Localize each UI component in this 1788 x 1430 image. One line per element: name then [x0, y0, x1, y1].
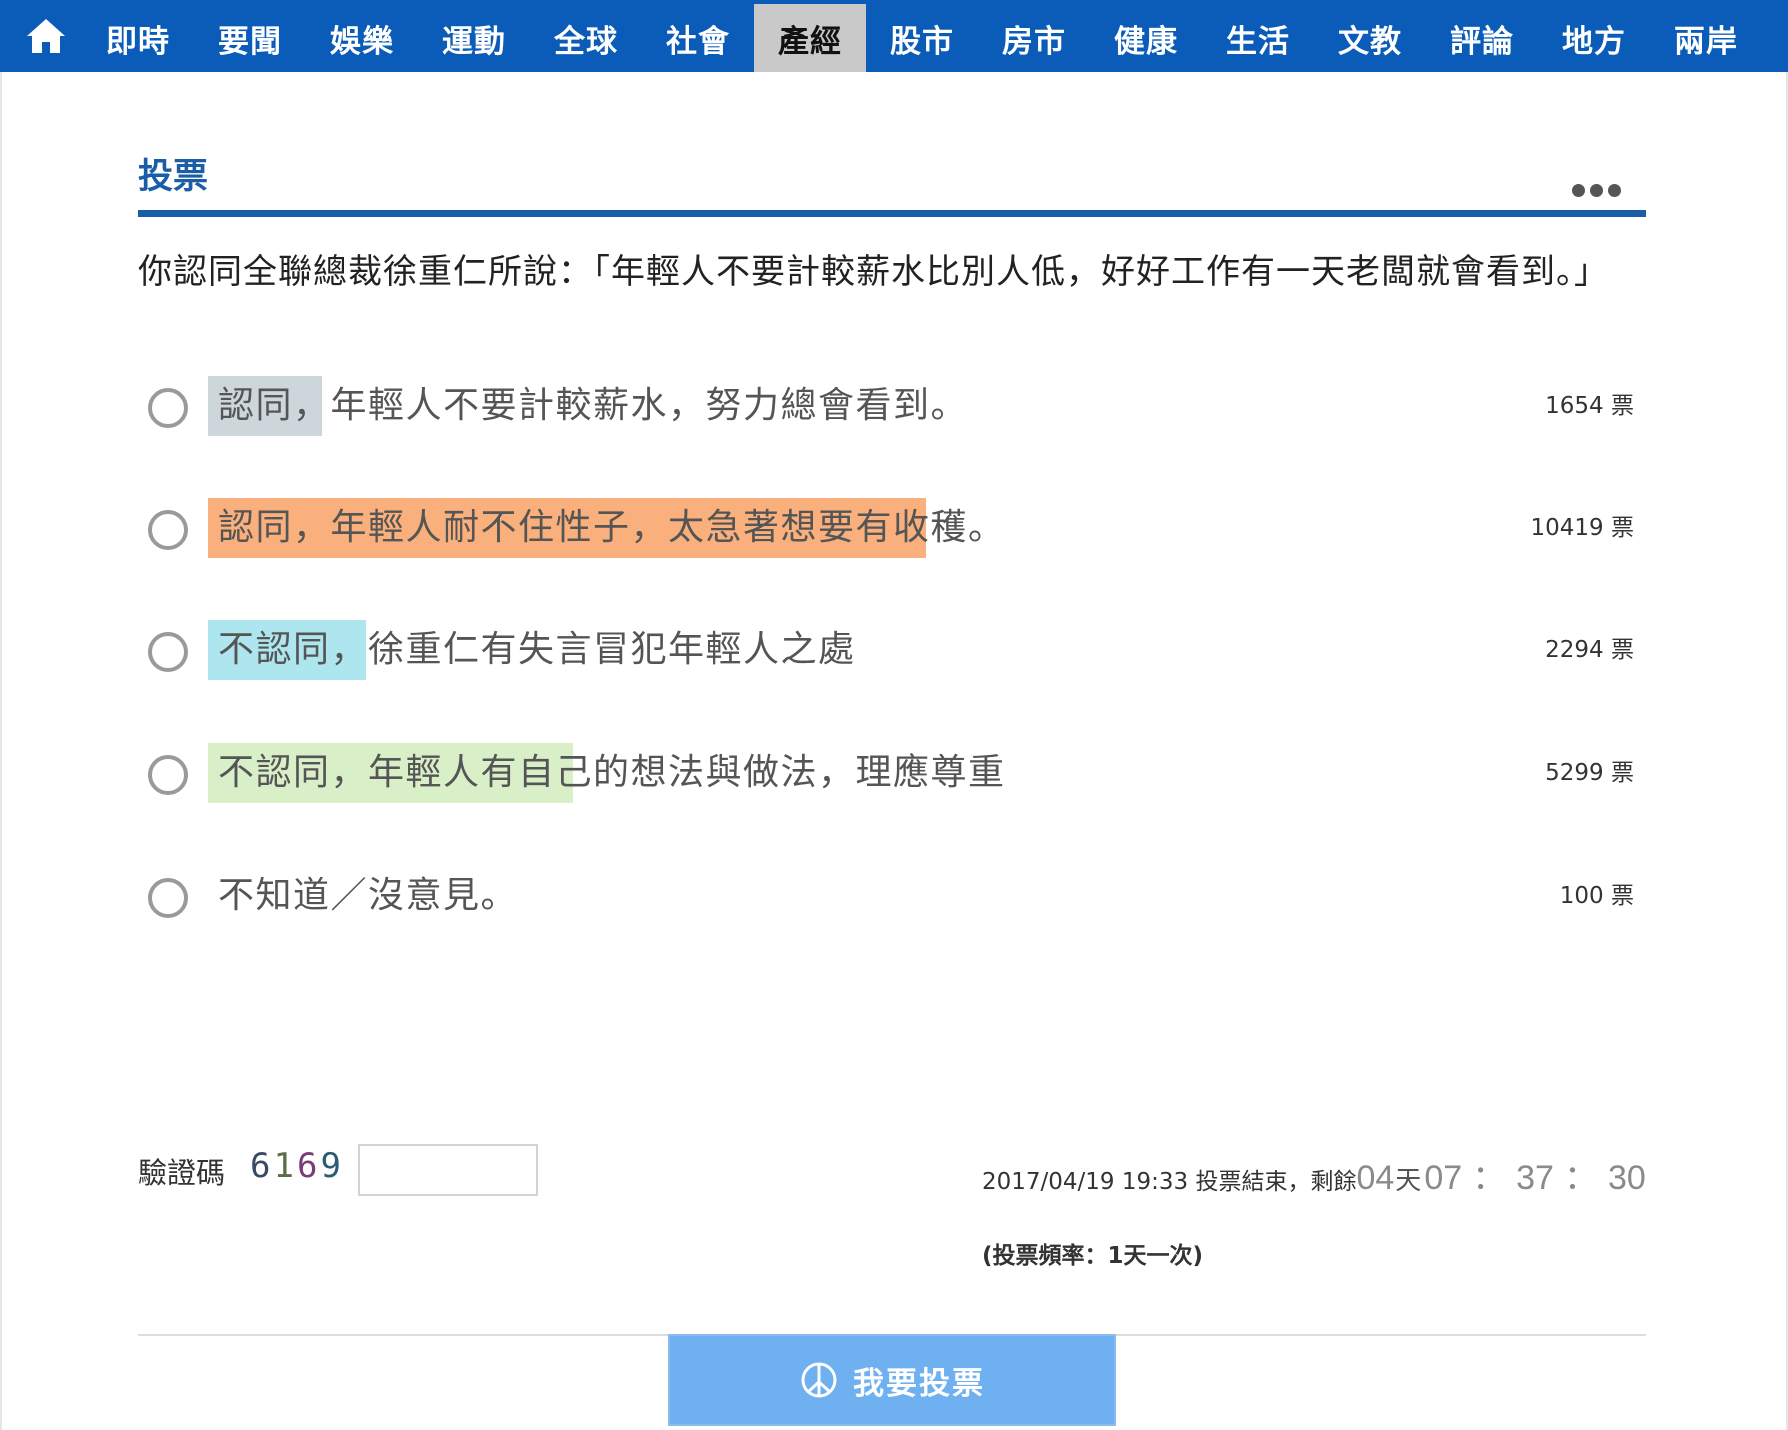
frame-border-left	[0, 72, 2, 1430]
poll-question: 你認同全聯總裁徐重仁所說：「年輕人不要計較薪水比別人低，好好工作有一天老闆就會看…	[138, 252, 1609, 292]
section-title: 投票	[138, 157, 209, 197]
nav-tab[interactable]: 社會	[642, 4, 754, 72]
option-label: 不認同，年輕人有自己的想法與做法，理應尊重	[218, 752, 1006, 793]
captcha-digit: 6	[250, 1146, 274, 1186]
poll-option[interactable]: 不認同，徐重仁有失言冒犯年輕人之處 2294 票	[138, 620, 1648, 684]
nav-tab[interactable]: 兩岸	[1650, 4, 1762, 72]
countdown-hours: 07	[1424, 1159, 1463, 1197]
nav-tab[interactable]: 產經	[754, 4, 866, 72]
countdown-separator: ：	[1472, 1158, 1507, 1198]
countdown-days-unit: 天	[1395, 1166, 1422, 1196]
poll-option[interactable]: 認同，年輕人不要計較薪水，努力總會看到。 1654 票	[138, 376, 1648, 440]
option-radio[interactable]	[148, 878, 188, 918]
nav-tab[interactable]: 文教	[1314, 4, 1426, 72]
captcha-input[interactable]	[358, 1144, 538, 1196]
deadline-countdown: 2017/04/19 19:33 投票結束，剩餘 04 天 07 ： 37 ： …	[982, 1150, 1646, 1199]
option-vote-count: 2294 票	[1545, 637, 1634, 663]
home-icon	[27, 19, 65, 53]
poll-option[interactable]: 不知道／沒意見。 100 票	[138, 866, 1648, 930]
countdown-separator: ：	[1563, 1158, 1598, 1198]
nav-tab[interactable]: 娛樂	[306, 4, 418, 72]
countdown-days: 04	[1356, 1159, 1395, 1197]
captcha-digit: 9	[320, 1146, 344, 1186]
vote-frequency: (投票頻率：1天一次)	[982, 1243, 1204, 1269]
poll-option[interactable]: 認同，年輕人耐不住性子，太急著想要有收穫。 10419 票	[138, 498, 1648, 562]
nav-tab[interactable]: 評論	[1426, 4, 1538, 72]
option-vote-count: 10419 票	[1530, 515, 1634, 541]
countdown-minutes: 37	[1516, 1159, 1554, 1197]
captcha-digit: 1	[273, 1146, 297, 1186]
option-vote-count: 1654 票	[1545, 393, 1634, 419]
captcha-label: 驗證碼	[138, 1156, 226, 1190]
poll-option[interactable]: 不認同，年輕人有自己的想法與做法，理應尊重 5299 票	[138, 743, 1648, 807]
nav-tab[interactable]: 地方	[1538, 4, 1650, 72]
option-radio[interactable]	[148, 632, 188, 672]
nav-tab[interactable]: 要聞	[194, 4, 306, 72]
nav-tab[interactable]: 生活	[1202, 4, 1314, 72]
nav-tabs: 即時 要聞 娛樂 運動 全球 社會 產經 股市 房市 健康 生活 文教 評論 地方 兩岸	[82, 4, 1762, 72]
option-radio[interactable]	[148, 755, 188, 795]
captcha-digit: 6	[296, 1146, 321, 1186]
option-radio[interactable]	[148, 388, 188, 428]
option-radio[interactable]	[148, 510, 188, 550]
vote-button[interactable]: 我要投票	[668, 1334, 1116, 1426]
option-label: 不認同，徐重仁有失言冒犯年輕人之處	[218, 629, 856, 670]
top-navigation-bar: 即時 要聞 娛樂 運動 全球 社會 產經 股市 房市 健康 生活 文教 評論 地方 兩岸	[0, 0, 1788, 72]
home-button[interactable]	[20, 10, 72, 62]
peace-icon	[801, 1362, 837, 1398]
nav-tab[interactable]: 健康	[1090, 4, 1202, 72]
nav-tab[interactable]: 房市	[978, 4, 1090, 72]
captcha-code: 6169	[250, 1146, 344, 1186]
option-vote-count: 5299 票	[1545, 760, 1634, 786]
nav-tab[interactable]: 股市	[866, 4, 978, 72]
more-dots-icon[interactable]	[1572, 180, 1628, 200]
option-label: 認同，年輕人耐不住性子，太急著想要有收穫。	[218, 507, 1006, 548]
option-label: 認同，年輕人不要計較薪水，努力總會看到。	[218, 385, 969, 426]
nav-tab[interactable]: 即時	[82, 4, 194, 72]
option-result-bar	[208, 866, 215, 926]
option-vote-count: 100 票	[1559, 883, 1634, 909]
option-label: 不知道／沒意見。	[218, 875, 519, 916]
title-divider	[138, 210, 1646, 217]
countdown-seconds: 30	[1607, 1159, 1646, 1197]
vote-button-label: 我要投票	[853, 1365, 985, 1402]
deadline-text: 2017/04/19 19:33 投票結束，剩餘	[982, 1169, 1357, 1195]
nav-tab[interactable]: 運動	[418, 4, 530, 72]
nav-tab[interactable]: 全球	[530, 4, 642, 72]
